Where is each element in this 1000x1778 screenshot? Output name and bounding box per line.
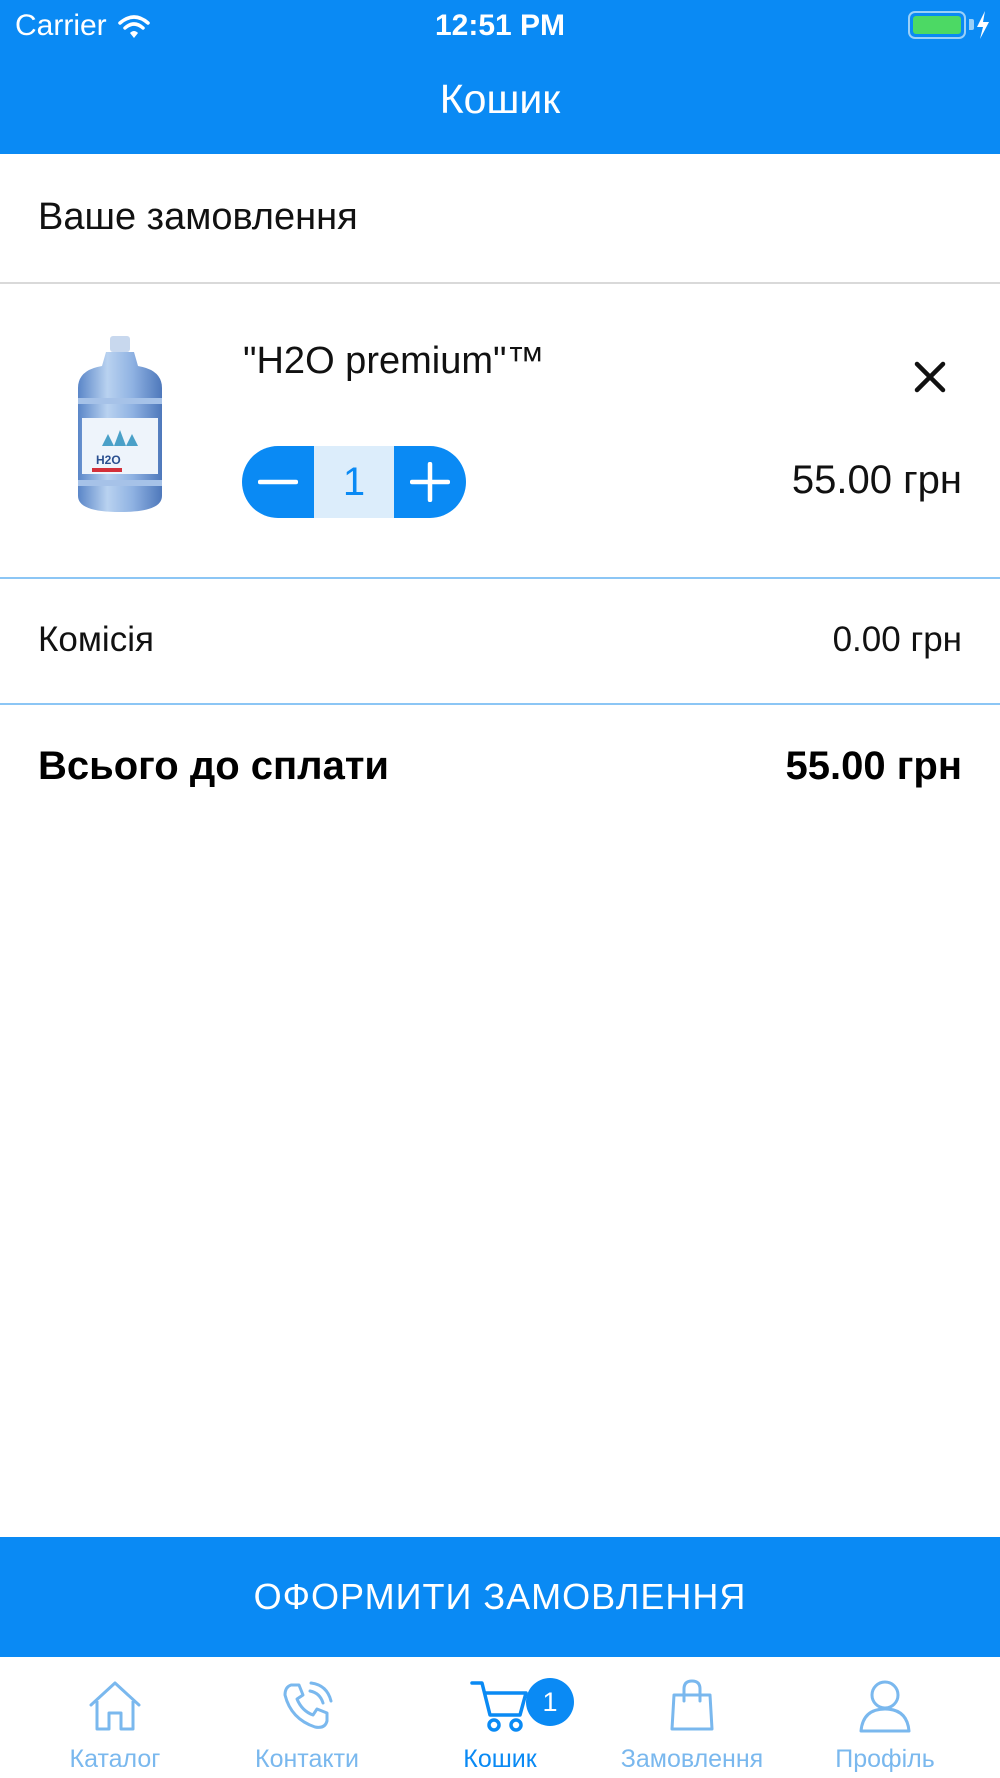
tab-label-contacts: Контакти bbox=[255, 1745, 359, 1773]
fee-divider bbox=[0, 703, 1000, 705]
remove-item-button[interactable] bbox=[905, 352, 955, 402]
tab-cart[interactable]: Кошик bbox=[400, 1657, 600, 1778]
decrease-quantity-button[interactable] bbox=[242, 446, 314, 518]
tab-label-profile: Профіль bbox=[835, 1745, 935, 1773]
total-value: 55.00 грн bbox=[785, 744, 962, 788]
battery-tip bbox=[969, 19, 974, 30]
total-label: Всього до сплати bbox=[38, 744, 390, 788]
tab-label-catalog: Каталог bbox=[69, 1745, 161, 1773]
battery-icon bbox=[908, 11, 966, 39]
user-icon bbox=[859, 1680, 911, 1733]
fee-value: 0.00 грн bbox=[832, 620, 962, 659]
tab-catalog[interactable]: Каталог bbox=[15, 1657, 215, 1778]
minus-icon bbox=[258, 479, 298, 485]
fee-label: Комісія bbox=[38, 620, 154, 659]
charging-bolt-icon bbox=[977, 11, 989, 39]
cart-icon bbox=[470, 1681, 528, 1732]
cart-count-badge: 1 bbox=[526, 1678, 574, 1726]
product-image: H2O bbox=[78, 336, 162, 512]
tab-label-cart: Кошик bbox=[463, 1745, 537, 1773]
close-icon bbox=[914, 361, 946, 393]
product-name: "H2O premium"™ bbox=[243, 340, 545, 382]
shopping-bag-icon bbox=[670, 1679, 714, 1731]
plus-icon bbox=[410, 462, 450, 502]
app-header: Carrier 12:51 PM Кошик bbox=[0, 0, 1000, 154]
increase-quantity-button[interactable] bbox=[394, 446, 466, 518]
home-icon bbox=[89, 1681, 141, 1731]
status-bar: Carrier 12:51 PM bbox=[0, 0, 1000, 50]
tab-label-orders: Замовлення bbox=[620, 1745, 764, 1773]
quantity-value: 1 bbox=[314, 446, 394, 518]
tab-orders[interactable]: Замовлення bbox=[592, 1657, 792, 1778]
item-divider bbox=[0, 577, 1000, 579]
tab-profile[interactable]: Профіль bbox=[785, 1657, 985, 1778]
item-price: 55.00 грн bbox=[791, 458, 962, 502]
order-section-title: Ваше замовлення bbox=[38, 196, 358, 238]
status-time: 12:51 PM bbox=[434, 9, 566, 42]
tab-contacts[interactable]: Контакти bbox=[207, 1657, 407, 1778]
tab-bar: Каталог Контакти Кошик Замовлення Профіл… bbox=[0, 1657, 1000, 1778]
section-divider bbox=[0, 282, 1000, 284]
page-title: Кошик bbox=[439, 76, 561, 122]
quantity-stepper: 1 bbox=[242, 446, 466, 518]
product-image-label: H2O bbox=[96, 453, 121, 467]
checkout-button[interactable]: ОФОРМИТИ ЗАМОВЛЕННЯ bbox=[0, 1537, 1000, 1657]
phone-icon bbox=[283, 1681, 333, 1729]
battery-level bbox=[913, 16, 961, 34]
